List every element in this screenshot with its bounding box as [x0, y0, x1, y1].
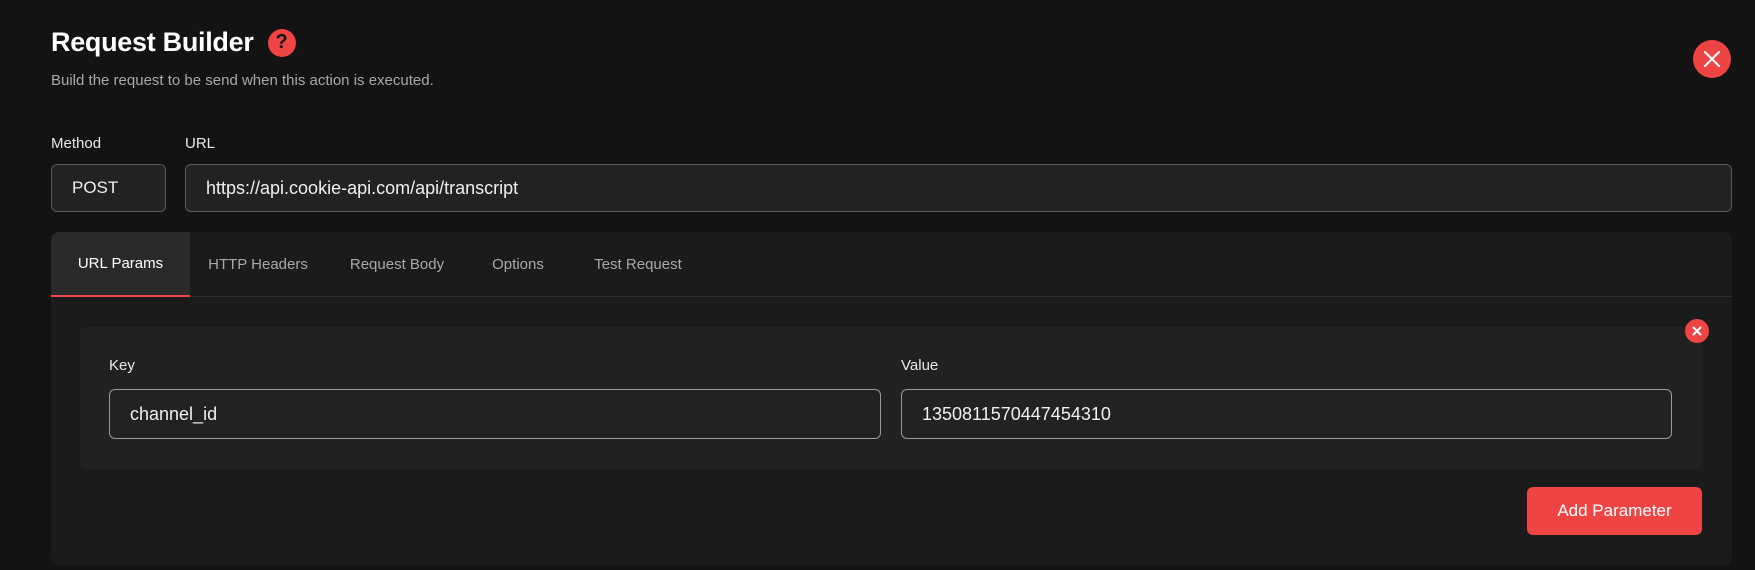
value-label: Value — [901, 357, 939, 374]
page-title: Request Builder — [51, 27, 254, 57]
param-row: Key Value channel_id 1350811570447454310 — [80, 327, 1702, 469]
tabs-panel: URL Params HTTP Headers Request Body Opt… — [51, 232, 1732, 565]
param-value-input[interactable]: 1350811570447454310 — [901, 389, 1672, 439]
method-select[interactable]: POST — [51, 164, 166, 212]
question-circle-icon[interactable]: ? — [267, 28, 296, 57]
tab-bar: URL Params HTTP Headers Request Body Opt… — [51, 232, 1732, 297]
header: Request Builder ? Build the request to b… — [51, 27, 434, 89]
page-subtitle: Build the request to be send when this a… — [51, 72, 434, 89]
tab-test-request[interactable]: Test Request — [568, 232, 708, 297]
key-label: Key — [109, 357, 135, 374]
url-input[interactable]: https://api.cookie-api.com/api/transcrip… — [185, 164, 1732, 212]
method-label: Method — [51, 135, 102, 152]
tab-options[interactable]: Options — [468, 232, 568, 297]
close-icon — [1692, 326, 1702, 336]
param-key-input[interactable]: channel_id — [109, 389, 881, 439]
tab-url-params[interactable]: URL Params — [51, 232, 190, 297]
tab-request-body[interactable]: Request Body — [326, 232, 468, 297]
remove-param-button[interactable] — [1685, 319, 1709, 343]
tab-http-headers[interactable]: HTTP Headers — [190, 232, 326, 297]
add-parameter-button[interactable]: Add Parameter — [1527, 487, 1702, 535]
close-icon — [1704, 51, 1720, 67]
close-button[interactable] — [1693, 40, 1731, 78]
url-label: URL — [185, 135, 216, 152]
title-row: Request Builder ? — [51, 27, 434, 58]
